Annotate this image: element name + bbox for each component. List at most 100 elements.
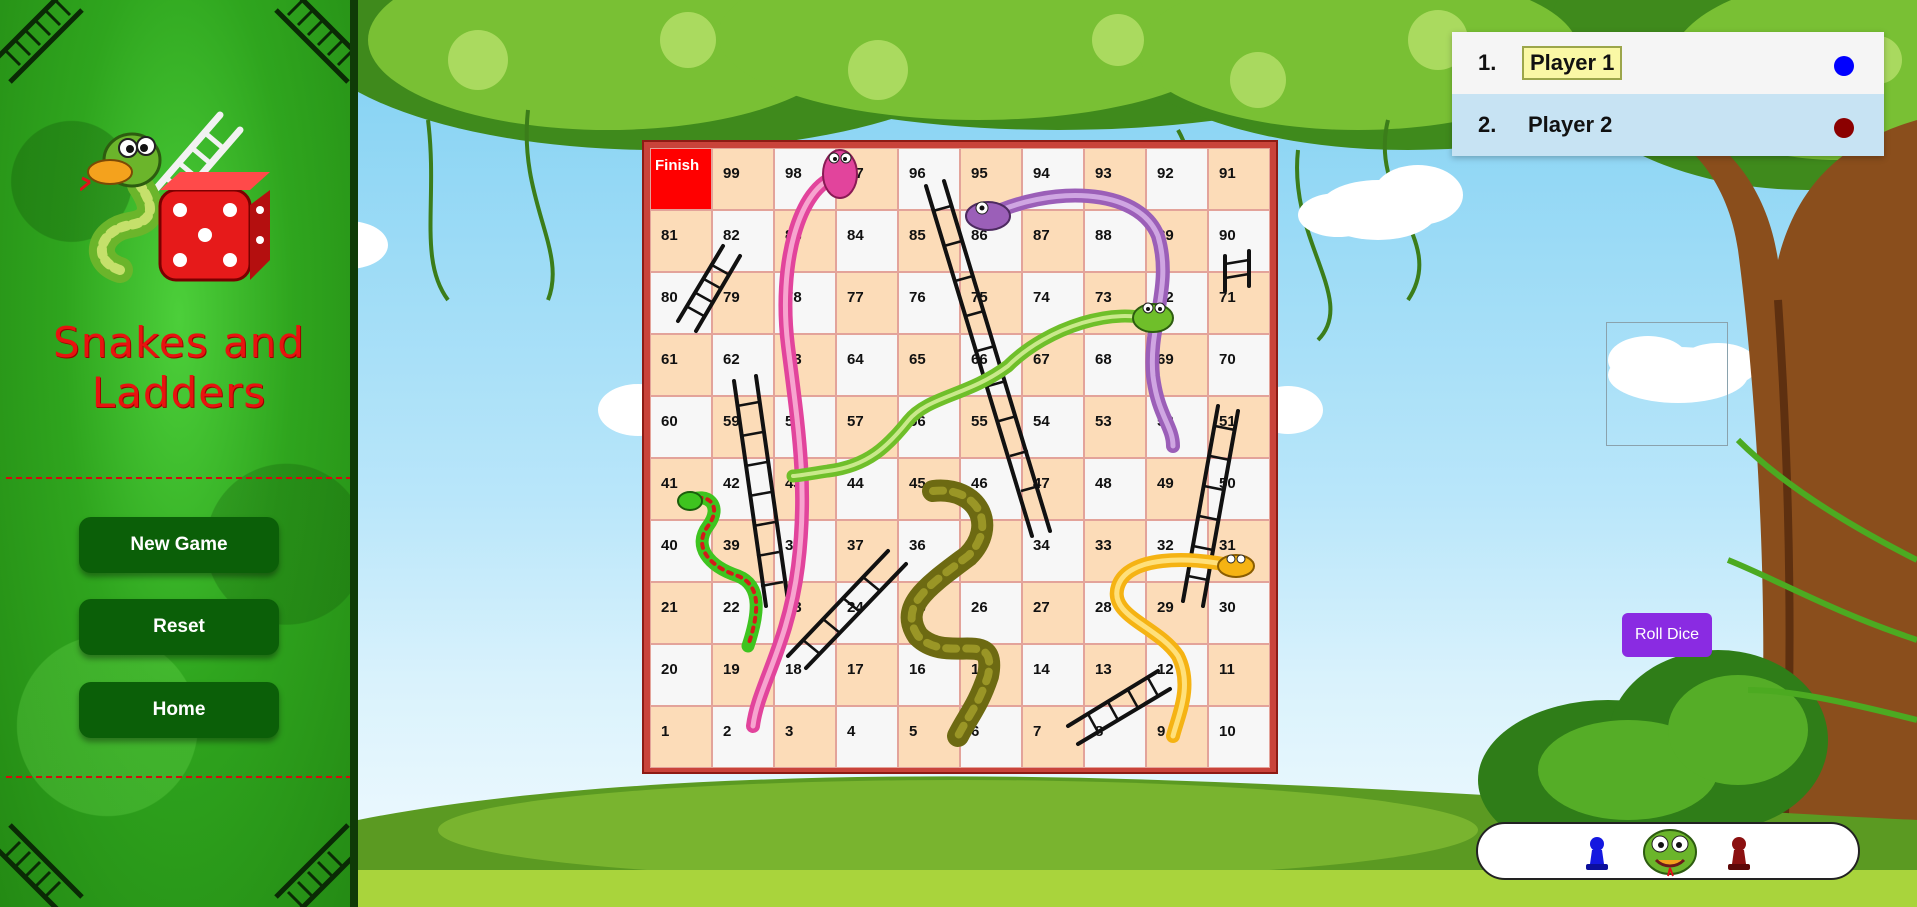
board-cell: 94 [1022, 148, 1084, 210]
board-cell-number: 61 [661, 351, 678, 368]
board-cell: 3 [774, 706, 836, 768]
board-cell: 5 [898, 706, 960, 768]
board-cell-number: 78 [785, 289, 802, 306]
board-cell-number: 92 [1157, 165, 1174, 182]
board-cell-number: 51 [1219, 413, 1236, 430]
board-cell-number: 54 [1033, 413, 1050, 430]
board-cell-number: 44 [847, 475, 864, 492]
board-cell-number: 65 [909, 351, 926, 368]
board-cell: 13 [1084, 644, 1146, 706]
divider-bottom [6, 776, 352, 778]
board-cell: 16 [898, 644, 960, 706]
board-cell: 83 [774, 210, 836, 272]
board-cell-number: 27 [1033, 599, 1050, 616]
board-cell: 55 [960, 396, 1022, 458]
board-cell-number: 10 [1219, 723, 1236, 740]
board-cell: 67 [1022, 334, 1084, 396]
board-cell-number: 29 [1157, 599, 1174, 616]
board-cell-number: 14 [1033, 661, 1050, 678]
board-cell-number: 64 [847, 351, 864, 368]
board-cell-number: 22 [723, 599, 740, 616]
board-cell-number: 53 [1095, 413, 1112, 430]
board-cell-number: 25 [909, 599, 926, 616]
player-list: 1. Player 1 2. Player 2 [1452, 32, 1884, 156]
player-1-name: Player 1 [1522, 46, 1623, 80]
board-cell-number: 74 [1033, 289, 1050, 306]
board-cell-number: 60 [661, 413, 678, 430]
board-cell: 71 [1208, 272, 1270, 334]
board-cell: 18 [774, 644, 836, 706]
reset-button[interactable]: Reset [79, 599, 279, 655]
board-cell: 11 [1208, 644, 1270, 706]
board-cell-number: 67 [1033, 351, 1050, 368]
board-cell: 2 [712, 706, 774, 768]
roll-dice-button[interactable]: Roll Dice [1622, 613, 1712, 657]
board-cell-number: 12 [1157, 661, 1174, 678]
board-cell: 51 [1208, 396, 1270, 458]
board-cell: 42 [712, 458, 774, 520]
board-cell: 53 [1084, 396, 1146, 458]
board-cell: 97 [836, 148, 898, 210]
board-cell-number: 34 [1033, 537, 1050, 554]
board-cell: 12 [1146, 644, 1208, 706]
board-cell-number: 42 [723, 475, 740, 492]
player-2-number: 2. [1478, 112, 1497, 137]
board-cell-number: 87 [1033, 227, 1050, 244]
player-1-color-dot [1834, 56, 1854, 76]
board-cell: 39 [712, 520, 774, 582]
snake-mascot-icon [1643, 829, 1697, 877]
board-cell-number: 43 [785, 475, 802, 492]
board-cell-number: 2 [723, 723, 732, 740]
board-cell-number: 36 [909, 537, 926, 554]
board-cell-number: 96 [909, 165, 926, 182]
board-cell-number: 57 [847, 413, 864, 430]
board-cell: 37 [836, 520, 898, 582]
board-cell: 43 [774, 458, 836, 520]
board-cell: 45 [898, 458, 960, 520]
board-cell-number: 55 [971, 413, 988, 430]
board-cell-number: 91 [1219, 165, 1236, 182]
board-cell: 57 [836, 396, 898, 458]
board-cell: 64 [836, 334, 898, 396]
board-cell: 38 [774, 520, 836, 582]
board-cell: 4 [836, 706, 898, 768]
board-cell-number: 99 [723, 165, 740, 182]
game-logo-icon [80, 111, 270, 283]
board-cell-number: 33 [1095, 537, 1112, 554]
board-cell: 27 [1022, 582, 1084, 644]
board-cell-number: 37 [847, 537, 864, 554]
home-button[interactable]: Home [79, 682, 279, 738]
board-cell: 48 [1084, 458, 1146, 520]
board-cell-number: 1 [661, 723, 670, 740]
board-cell-number: 18 [785, 661, 802, 678]
new-game-button[interactable]: New Game [79, 517, 279, 573]
board-cell-number: 39 [723, 537, 740, 554]
board-cell: 32 [1146, 520, 1208, 582]
board-cell: 20 [650, 644, 712, 706]
board-cell: 76 [898, 272, 960, 334]
board-cell: 60 [650, 396, 712, 458]
board-cell-number: 46 [971, 475, 988, 492]
board-cell-number: 62 [723, 351, 740, 368]
board-cell: 22 [712, 582, 774, 644]
sidebar-border [350, 0, 358, 907]
board-cell-number: 28 [1095, 599, 1112, 616]
board-cell-finish: Finish [650, 148, 712, 210]
board-cell: 61 [650, 334, 712, 396]
board-cell-number: 3 [785, 723, 794, 740]
board-cell-number: 45 [909, 475, 926, 492]
board-cell-number: 5 [909, 723, 918, 740]
board-cell: 10 [1208, 706, 1270, 768]
board-cell: 15 [960, 644, 1022, 706]
board-cell: 59 [712, 396, 774, 458]
board-cell: 24 [836, 582, 898, 644]
board-cell: 34 [1022, 520, 1084, 582]
board-cell-number: 59 [723, 413, 740, 430]
board-cell-number: 16 [909, 661, 926, 678]
board-cell-number: 84 [847, 227, 864, 244]
board-cell: 9 [1146, 706, 1208, 768]
board-cell: 40 [650, 520, 712, 582]
corner-ladder-bottom-right-icon [274, 823, 358, 907]
board-cell-number: 6 [971, 723, 980, 740]
board-cell-number: Finish [655, 157, 700, 174]
